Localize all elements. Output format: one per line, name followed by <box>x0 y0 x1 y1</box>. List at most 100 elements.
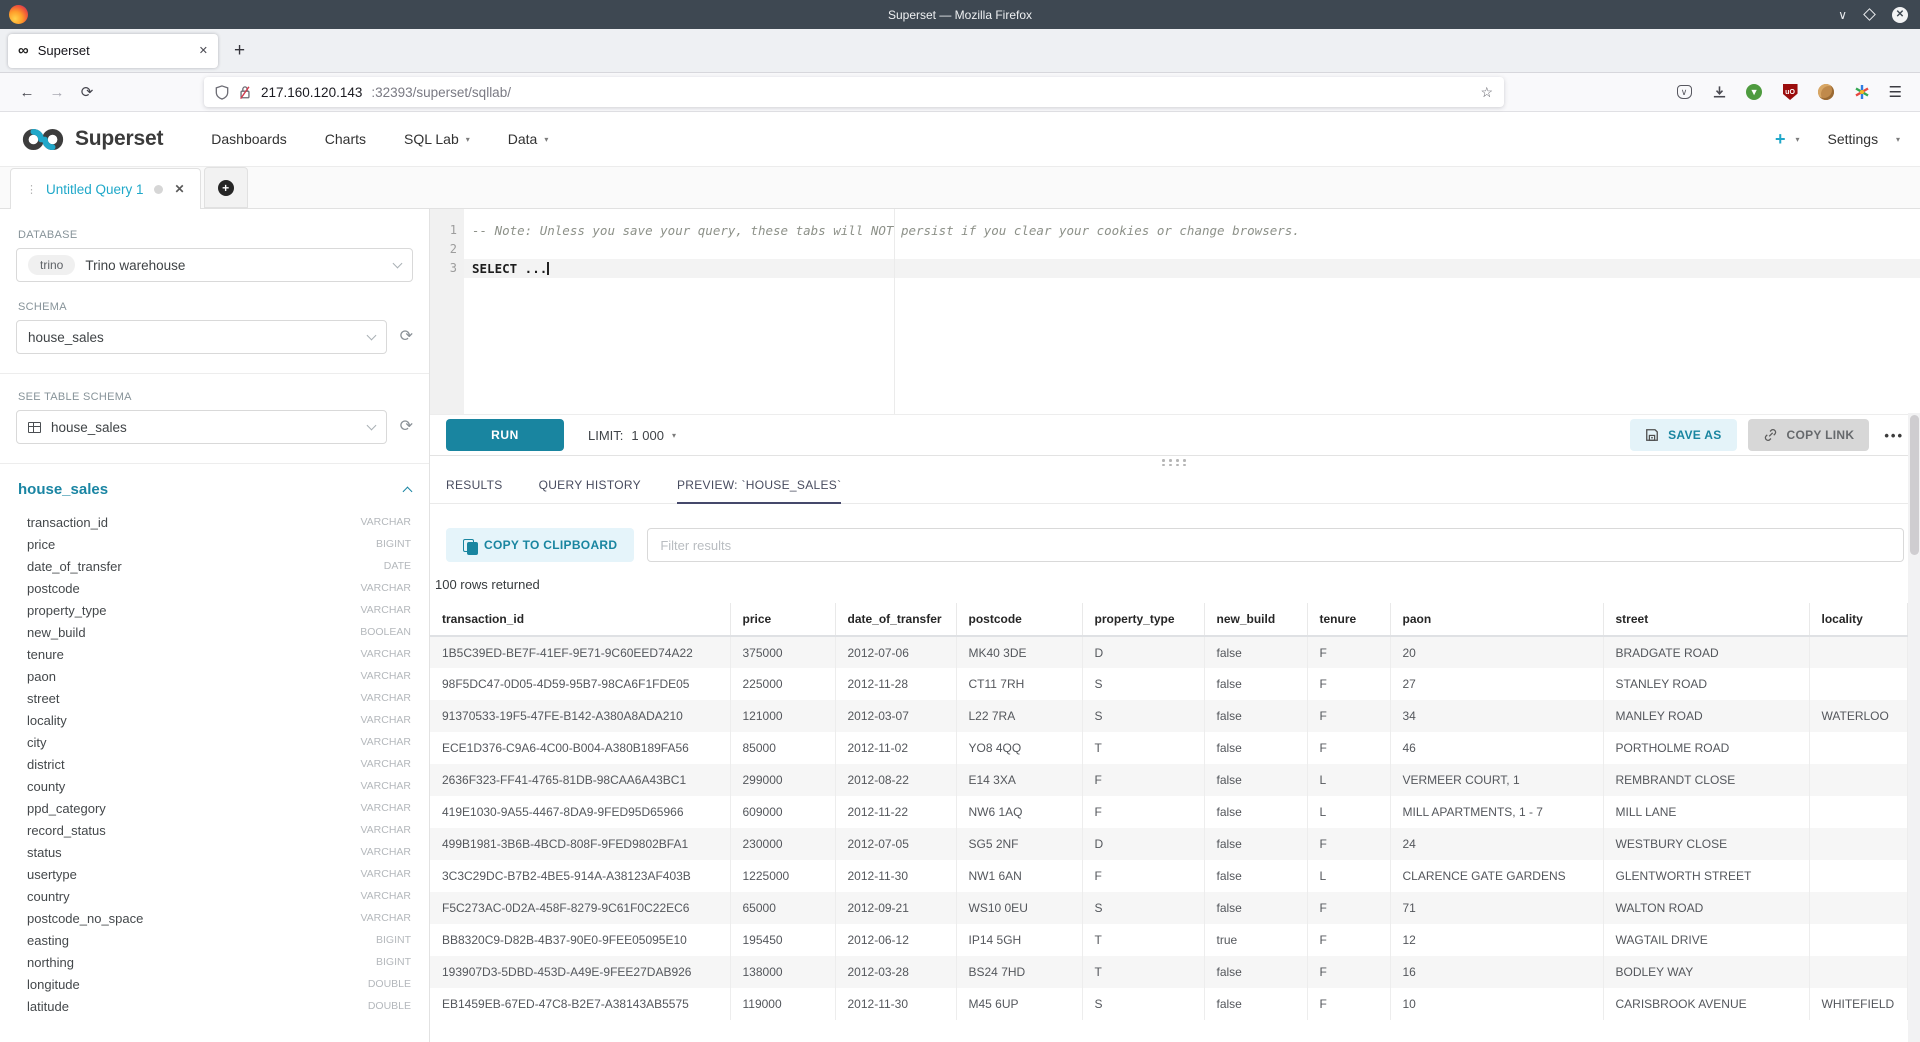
cell-street: STANLEY ROAD <box>1603 668 1809 700</box>
new-tab-button[interactable]: + <box>234 40 245 62</box>
column-header[interactable]: tenure <box>1307 603 1390 636</box>
column-type: DOUBLE <box>368 1000 411 1012</box>
url-bar[interactable]: 217.160.120.143:32393/superset/sqllab/ ☆ <box>204 77 1504 107</box>
browser-tab-close-icon[interactable]: ✕ <box>199 44 208 57</box>
sql-editor[interactable]: 1 2 3 -- Note: Unless you save your quer… <box>430 209 1920 414</box>
cell-transaction-id: 91370533-19F5-47FE-B142-A380A8ADA210 <box>430 700 730 732</box>
add-new-button[interactable]: + <box>1775 129 1786 150</box>
editor-toolbar: RUN LIMIT: 1 000 ▾ SAVE AS <box>430 414 1920 456</box>
column-type: VARCHAR <box>360 648 411 660</box>
nav-item-dashboards[interactable]: Dashboards <box>211 131 287 147</box>
schema-select[interactable]: house_sales <box>16 320 387 354</box>
copy-to-clipboard-button[interactable]: COPY TO CLIPBOARD <box>446 528 634 562</box>
cell-postcode: E14 3XA <box>956 764 1082 796</box>
window-title: Superset — Mozilla Firefox <box>0 8 1920 22</box>
cell-price: 85000 <box>730 732 835 764</box>
column-name: country <box>27 889 70 904</box>
column-header[interactable]: price <box>730 603 835 636</box>
column-type: VARCHAR <box>360 802 411 814</box>
cell-locality <box>1809 732 1908 764</box>
back-button[interactable]: ← <box>12 84 42 101</box>
downloads-icon[interactable] <box>1712 85 1727 100</box>
refresh-tables-icon[interactable]: ⟳ <box>400 419 413 435</box>
pocket-icon[interactable]: ∨ <box>1676 84 1693 101</box>
cell-transaction-id: 1B5C39ED-BE7F-41EF-9E71-9C60EED74A22 <box>430 636 730 668</box>
cell-property-type: T <box>1082 732 1204 764</box>
lock-disabled-icon[interactable] <box>238 85 252 100</box>
results-controls: COPY TO CLIPBOARD <box>430 504 1920 562</box>
caret-down-icon: ▾ <box>544 135 548 144</box>
column-header[interactable]: locality <box>1809 603 1908 636</box>
table-select[interactable]: house_sales <box>16 410 387 444</box>
save-as-button[interactable]: SAVE AS <box>1630 419 1736 451</box>
superset-logo[interactable]: Superset <box>20 126 163 153</box>
cell-postcode: BS24 7HD <box>956 956 1082 988</box>
database-select[interactable]: trino Trino warehouse <box>16 248 413 282</box>
table-column-row: postcode_no_space VARCHAR <box>16 907 413 929</box>
column-header[interactable]: new_build <box>1204 603 1307 636</box>
column-name: postcode <box>27 581 80 596</box>
tab-results[interactable]: RESULTS <box>446 478 503 504</box>
results-scrollbar[interactable] <box>1908 413 1920 1042</box>
query-tab-untitled-1[interactable]: ⋮ Untitled Query 1 ✕ <box>10 168 201 209</box>
table-column-row: ppd_category VARCHAR <box>16 797 413 819</box>
table-column-row: latitude DOUBLE <box>16 995 413 1017</box>
scrollbar-thumb[interactable] <box>1910 415 1919 555</box>
nav-item-data[interactable]: Data▾ <box>508 131 549 147</box>
tab-query-history[interactable]: QUERY HISTORY <box>539 478 641 504</box>
cookie-extension-icon[interactable] <box>1818 84 1835 101</box>
ublock-origin-icon[interactable]: uO <box>1782 84 1799 101</box>
table-row: 499B1981-3B6B-4BCD-808F-9FED9802BFA1 230… <box>430 828 1908 860</box>
settings-menu[interactable]: Settings ▾ <box>1828 131 1901 147</box>
more-actions-menu[interactable]: ••• <box>1884 428 1904 443</box>
table-column-row: paon VARCHAR <box>16 665 413 687</box>
window-maximize-icon[interactable] <box>1863 8 1876 21</box>
tab-preview-house-sales[interactable]: PREVIEW: `HOUSE_SALES` <box>677 478 841 504</box>
privacy-badger-icon[interactable]: ▼ <box>1746 84 1763 101</box>
pane-resize-handle[interactable] <box>430 456 1920 469</box>
bookmark-star-icon[interactable]: ☆ <box>1480 84 1493 101</box>
shield-icon[interactable] <box>215 85 229 100</box>
refresh-schemas-icon[interactable]: ⟳ <box>400 329 413 345</box>
column-type: VARCHAR <box>360 736 411 748</box>
column-header[interactable]: transaction_id <box>430 603 730 636</box>
table-column-row: date_of_transfer DATE <box>16 555 413 577</box>
nav-item-sql-lab[interactable]: SQL Lab▾ <box>404 131 470 147</box>
column-header[interactable]: street <box>1603 603 1809 636</box>
cell-tenure: L <box>1307 764 1390 796</box>
column-type: VARCHAR <box>360 692 411 704</box>
table-icon <box>28 422 41 433</box>
window-close-icon[interactable]: ✕ <box>1892 7 1908 23</box>
cell-paon: MILL APARTMENTS, 1 - 7 <box>1390 796 1603 828</box>
hamburger-menu-icon[interactable]: ☰ <box>1889 83 1902 101</box>
chevron-up-icon[interactable] <box>403 487 413 497</box>
limit-dropdown[interactable]: LIMIT: 1 000 ▾ <box>588 428 676 443</box>
nav-item-charts[interactable]: Charts <box>325 131 366 147</box>
column-header[interactable]: date_of_transfer <box>835 603 956 636</box>
column-type: VARCHAR <box>360 714 411 726</box>
drag-handle-icon[interactable]: ⋮ <box>26 183 36 196</box>
reload-button[interactable]: ⟳ <box>72 83 102 101</box>
column-header[interactable]: postcode <box>956 603 1082 636</box>
filter-results-input[interactable] <box>647 528 1904 562</box>
cell-postcode: CT11 7RH <box>956 668 1082 700</box>
url-host: 217.160.120.143 <box>261 85 362 100</box>
query-tab-close-icon[interactable]: ✕ <box>175 182 185 196</box>
table-row: 98F5DC47-0D05-4D59-95B7-98CA6F1FDE05 225… <box>430 668 1908 700</box>
cell-street: WESTBURY CLOSE <box>1603 828 1809 860</box>
window-minimize-icon[interactable]: ∨ <box>1838 9 1847 21</box>
cell-new-build: false <box>1204 732 1307 764</box>
forward-button[interactable]: → <box>42 84 72 101</box>
column-name: street <box>27 691 60 706</box>
colorful-asterisk-extension-icon[interactable] <box>1854 84 1870 100</box>
copy-link-button[interactable]: COPY LINK <box>1748 419 1870 451</box>
column-header[interactable]: paon <box>1390 603 1603 636</box>
add-query-tab-button[interactable]: + <box>204 167 248 208</box>
cell-date-of-transfer: 2012-03-28 <box>835 956 956 988</box>
cell-paon: 24 <box>1390 828 1603 860</box>
table-row: 3C3C29DC-B7B2-4BE5-914A-A38123AF403B 122… <box>430 860 1908 892</box>
run-button[interactable]: RUN <box>446 419 564 451</box>
column-header[interactable]: property_type <box>1082 603 1204 636</box>
table-schema-header[interactable]: house_sales <box>18 481 411 498</box>
browser-tab-superset[interactable]: ∞ Superset ✕ <box>8 34 218 68</box>
